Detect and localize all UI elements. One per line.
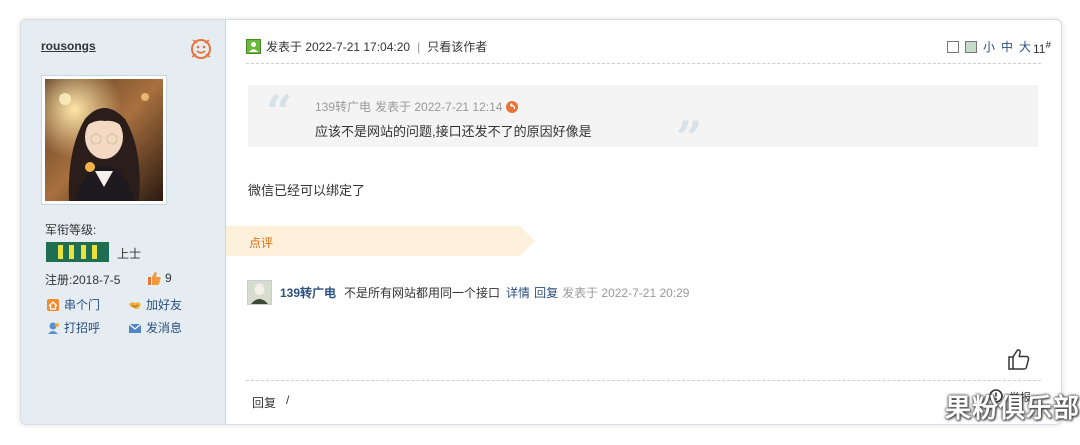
avatar-image xyxy=(45,79,163,201)
watermark: 果粉俱乐部 xyxy=(944,393,1080,423)
floor-value: 11 xyxy=(1032,42,1046,56)
reply-separator: / xyxy=(286,393,290,407)
thumbs-up-icon[interactable] xyxy=(1007,347,1031,371)
quote-block: “ 139转广电 发表于 2022-7-21 12:14 应该不是网站的问题,接… xyxy=(248,85,1038,161)
font-small-button[interactable]: 小 xyxy=(983,38,995,55)
comment-item: 139转广电 不是所有网站都用同一个接口 详情 回复 发表于 2022-7-21… xyxy=(280,284,690,301)
greet-label: 打招呼 xyxy=(64,321,101,335)
post-time: 发表于 2022-7-21 17:04:20 xyxy=(266,40,411,54)
quote-author: 139转广电 xyxy=(315,100,372,114)
comment-label: 点评 xyxy=(249,236,274,250)
post-content: 微信已经可以绑定了 xyxy=(248,183,366,198)
rank-badge xyxy=(46,242,109,262)
theme-white-toggle[interactable] xyxy=(946,40,959,53)
post-main: 发表于 2022-7-21 17:04:20 | 只看该作者 小 中 大 11#… xyxy=(226,20,1061,424)
commenter-avatar[interactable] xyxy=(247,280,272,305)
post-author-icon xyxy=(246,39,261,54)
visit-button[interactable]: 串个门 xyxy=(46,296,100,313)
theme-green-toggle[interactable] xyxy=(964,40,977,53)
author-avatar[interactable] xyxy=(41,75,167,205)
add-friend-label: 加好友 xyxy=(146,298,183,312)
comment-section-header: 点评 xyxy=(226,226,537,256)
comment-text: 不是所有网站都用同一个接口 xyxy=(344,286,501,300)
header-separator: | xyxy=(417,39,421,54)
author-only-link[interactable]: 只看该作者 xyxy=(427,38,487,55)
comment-time: 发表于 2022-7-21 20:29 xyxy=(562,286,690,300)
greet-button[interactable]: 打招呼 xyxy=(46,319,100,336)
rank-name: 上士 xyxy=(117,247,142,261)
likes-count: 9 xyxy=(146,270,172,286)
greet-icon xyxy=(48,322,59,334)
quote-header: 139转广电 发表于 2022-7-21 12:14 xyxy=(315,98,519,115)
comment-user[interactable]: 139转广电 xyxy=(280,284,336,301)
home-icon xyxy=(47,298,59,311)
footer-divider xyxy=(246,380,1041,381)
reply-button[interactable]: 回复 xyxy=(252,394,276,411)
author-username[interactable]: rousongs xyxy=(41,39,96,53)
post-container: rousongs 军衔等级: 上士 注册:2018-7-5 9 串个门 加好友 … xyxy=(20,19,1062,425)
send-message-button[interactable]: 发消息 xyxy=(128,319,182,336)
jump-to-quote-icon[interactable] xyxy=(506,100,519,113)
close-quote-icon: ” xyxy=(676,111,703,165)
registration-date: 注册:2018-7-5 xyxy=(45,273,121,287)
post-header: 发表于 2022-7-21 17:04:20 | 只看该作者 xyxy=(246,38,487,55)
comment-detail-link[interactable]: 详情 xyxy=(506,284,530,301)
quote-time: 发表于 2022-7-21 12:14 xyxy=(375,100,503,114)
floor-number[interactable]: 11# xyxy=(1033,40,1051,56)
rank-label: 军衔等级: xyxy=(45,223,97,237)
visit-label: 串个门 xyxy=(64,298,101,312)
font-size-controls: 小 中 大 xyxy=(946,38,1031,55)
send-message-label: 发消息 xyxy=(146,321,183,335)
envelope-icon xyxy=(128,323,142,333)
header-divider xyxy=(246,63,1041,64)
thumbs-up-icon xyxy=(148,272,161,285)
author-sidebar: rousongs 军衔等级: 上士 注册:2018-7-5 9 串个门 加好友 … xyxy=(21,20,226,424)
handshake-icon xyxy=(129,301,141,309)
online-status-icon xyxy=(191,39,211,59)
floor-symbol: # xyxy=(1045,40,1051,51)
font-large-button[interactable]: 大 xyxy=(1019,38,1031,55)
commenter-avatar-image xyxy=(248,281,271,304)
quote-text: 应该不是网站的问题,接口还发不了的原因好像是 xyxy=(315,124,592,139)
likes-number: 9 xyxy=(165,271,172,285)
font-medium-button[interactable]: 中 xyxy=(1001,38,1013,55)
comment-reply-link[interactable]: 回复 xyxy=(534,284,558,301)
open-quote-icon: “ xyxy=(266,85,293,139)
add-friend-button[interactable]: 加好友 xyxy=(128,296,182,313)
